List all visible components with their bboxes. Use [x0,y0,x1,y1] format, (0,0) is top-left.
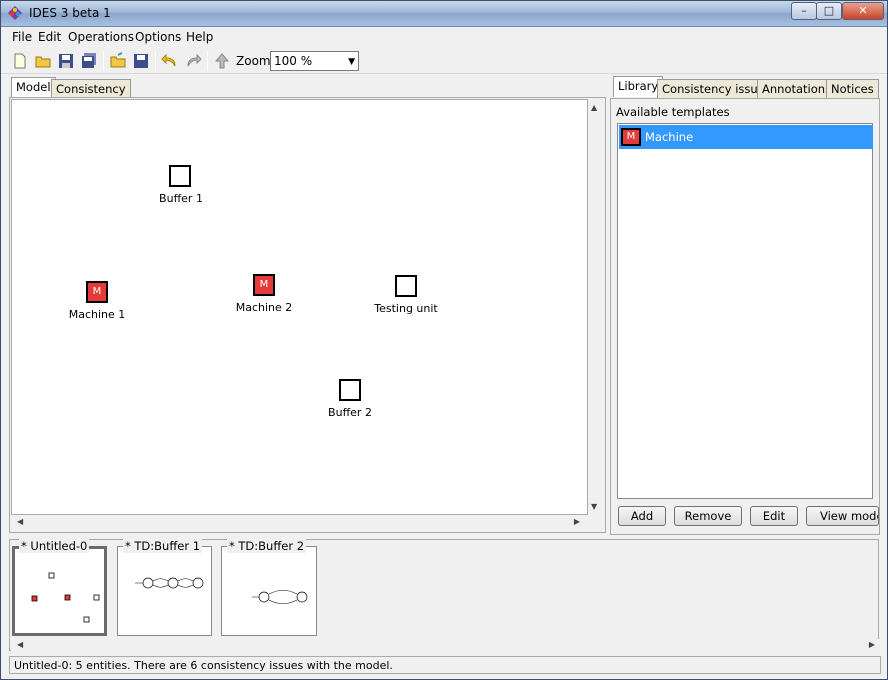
scroll-right-icon[interactable]: ▶ [574,517,580,526]
buffer-node[interactable] [339,379,361,401]
open-workspace-icon[interactable] [109,52,127,70]
open-folder-icon[interactable] [34,52,52,70]
toolbar-separator [103,51,104,71]
toolbar: Zoom: 100 % ▼ [1,48,887,74]
buffer-node[interactable] [169,165,191,187]
view-model-button[interactable]: View model [806,506,879,526]
tab-library[interactable]: Library [613,76,664,97]
template-label: Machine [645,130,694,144]
node-label: Buffer 2 [328,406,372,419]
zoom-select[interactable]: 100 % ▼ [270,51,359,71]
edit-button[interactable]: Edit [750,506,798,526]
machine-node[interactable]: M [86,281,108,303]
scroll-right-icon[interactable]: ▶ [869,640,875,649]
scroll-left-icon[interactable]: ◀ [17,640,23,649]
node-label: Machine 2 [235,301,293,314]
thumbnail-preview [252,589,308,605]
undo-icon[interactable] [161,52,179,70]
menu-bar: File Edit Operations Options Help [1,28,887,48]
list-item[interactable]: M Machine [619,125,873,149]
template-list[interactable]: M Machine [617,123,873,499]
thumbnail-scrollbar[interactable]: ◀ ▶ [11,639,879,651]
machine-node[interactable]: M [253,274,275,296]
scroll-up-icon[interactable]: ▲ [591,103,597,112]
save-workspace-icon[interactable] [132,52,150,70]
menu-options[interactable]: Options [135,30,181,44]
menu-operations[interactable]: Operations [68,30,134,44]
up-level-icon[interactable] [213,52,231,70]
horizontal-scrollbar[interactable]: ◀ ▶ [11,515,588,529]
main-window: IDES 3 beta 1 – □ ✕ File Edit Operations… [0,0,888,680]
buffer-node[interactable] [395,275,417,297]
status-text: Untitled-0: 5 entities. There are 6 cons… [14,659,393,672]
toolbar-separator [207,51,208,71]
remove-button[interactable]: Remove [674,506,742,526]
thumbnail-title[interactable]: * TD:Buffer 1 [123,539,203,553]
vertical-scrollbar[interactable]: ▲ ▼ [588,99,602,515]
thumbnail-preview [31,572,100,623]
window-title: IDES 3 beta 1 [29,6,111,20]
tab-annotations[interactable]: Annotations [757,79,837,98]
thumbnail-buffer-2[interactable] [221,546,317,636]
model-canvas[interactable] [11,99,588,515]
scroll-down-icon[interactable]: ▼ [591,502,597,511]
close-button[interactable]: ✕ [842,2,884,20]
scroll-left-icon[interactable]: ◀ [17,517,23,526]
menu-help[interactable]: Help [186,30,213,44]
node-label: Machine 1 [68,308,126,321]
menu-file[interactable]: File [12,30,32,44]
available-templates-heading: Available templates [616,105,730,119]
save-all-icon[interactable] [80,52,98,70]
thumbnail-title[interactable]: * Untitled-0 [19,539,90,553]
toolbar-separator [155,51,156,71]
tab-consistency[interactable]: Consistency [51,79,131,98]
save-icon[interactable] [57,52,75,70]
tab-notices[interactable]: Notices [826,79,879,98]
thumbnail-title[interactable]: * TD:Buffer 2 [227,539,307,553]
add-button[interactable]: Add [618,506,666,526]
thumbnail-preview [135,577,204,589]
minimize-button[interactable]: – [791,2,817,20]
title-bar[interactable]: IDES 3 beta 1 – □ ✕ [1,1,887,27]
thumbnail-buffer-1[interactable] [117,546,212,636]
zoom-value: 100 % [274,54,313,68]
redo-icon[interactable] [184,52,202,70]
menu-edit[interactable]: Edit [38,30,61,44]
zoom-label: Zoom: [236,54,275,68]
thumbnail-untitled-0[interactable] [12,546,107,636]
tab-model[interactable]: Model [11,77,56,98]
machine-template-icon: M [621,128,641,146]
app-logo-icon [8,6,22,20]
maximize-button[interactable]: □ [816,2,842,20]
status-bar: Untitled-0: 5 entities. There are 6 cons… [9,656,881,674]
new-file-icon[interactable] [11,52,29,70]
node-label: Testing unit [374,302,438,315]
node-label: Buffer 1 [159,192,203,205]
chevron-down-icon[interactable]: ▼ [348,57,355,67]
